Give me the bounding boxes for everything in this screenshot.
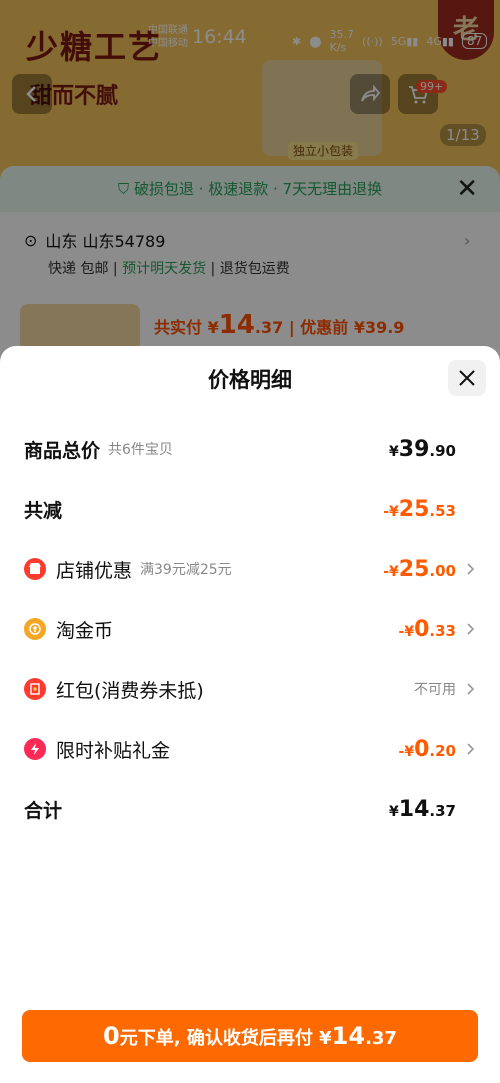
- row-grand-total: 合计 ¥14.37: [24, 789, 476, 829]
- row-value: ¥14.37: [389, 796, 456, 822]
- row-sub: 满39元减25元: [140, 562, 232, 578]
- order-button[interactable]: 0元下单, 确认收货后再付 ¥14.37: [22, 1010, 478, 1062]
- row-label: 合计: [24, 799, 63, 822]
- chevron-right-icon: [467, 743, 475, 755]
- cta-text: 元下单, 确认收货后再付 ¥: [119, 1028, 332, 1049]
- row-subsidy-gift[interactable]: 限时补贴礼金 -¥0.20: [24, 729, 476, 769]
- row-taobao-coins[interactable]: 淘金币 -¥0.33: [24, 609, 476, 649]
- close-icon: [459, 370, 475, 386]
- cta-dec: .37: [365, 1028, 397, 1049]
- cta-int: 14: [331, 1022, 366, 1050]
- row-label: 共减: [24, 499, 63, 522]
- row-store-discount[interactable]: 店铺优惠 满39元减25元 -¥25.00: [24, 549, 476, 589]
- cta-prefix: 0: [103, 1022, 120, 1050]
- modal-title: 价格明细: [208, 368, 292, 392]
- row-total-discount: 共减 -¥25.53: [24, 489, 476, 529]
- row-label: 店铺优惠: [56, 559, 133, 582]
- row-red-envelope[interactable]: 红包(消费券未抵) 不可用: [24, 669, 476, 709]
- red-envelope-icon: [24, 678, 46, 700]
- close-button[interactable]: [448, 360, 486, 396]
- row-label: 淘金币: [56, 619, 114, 642]
- row-value: 不可用: [414, 682, 456, 698]
- store-icon: [24, 558, 46, 580]
- row-total-price: 商品总价 共6件宝贝 ¥39.90: [24, 429, 476, 469]
- chevron-right-icon: [467, 623, 475, 635]
- coin-icon: [24, 618, 46, 640]
- row-label: 商品总价: [24, 439, 101, 462]
- row-value: -¥0.33: [398, 616, 456, 642]
- row-label: 红包(消费券未抵): [56, 679, 204, 702]
- lightning-icon: [24, 738, 46, 760]
- row-label: 限时补贴礼金: [56, 739, 171, 762]
- row-value: -¥25.53: [383, 496, 456, 522]
- row-sub: 共6件宝贝: [108, 442, 173, 458]
- chevron-right-icon: [467, 563, 475, 575]
- row-value: ¥39.90: [389, 436, 456, 462]
- chevron-right-icon: [467, 683, 475, 695]
- row-value: -¥0.20: [398, 736, 456, 762]
- price-detail-sheet: 价格明细 商品总价 共6件宝贝 ¥39.90 共减 -¥25.53 店铺优惠 满…: [0, 346, 500, 1083]
- row-value: -¥25.00: [383, 556, 456, 582]
